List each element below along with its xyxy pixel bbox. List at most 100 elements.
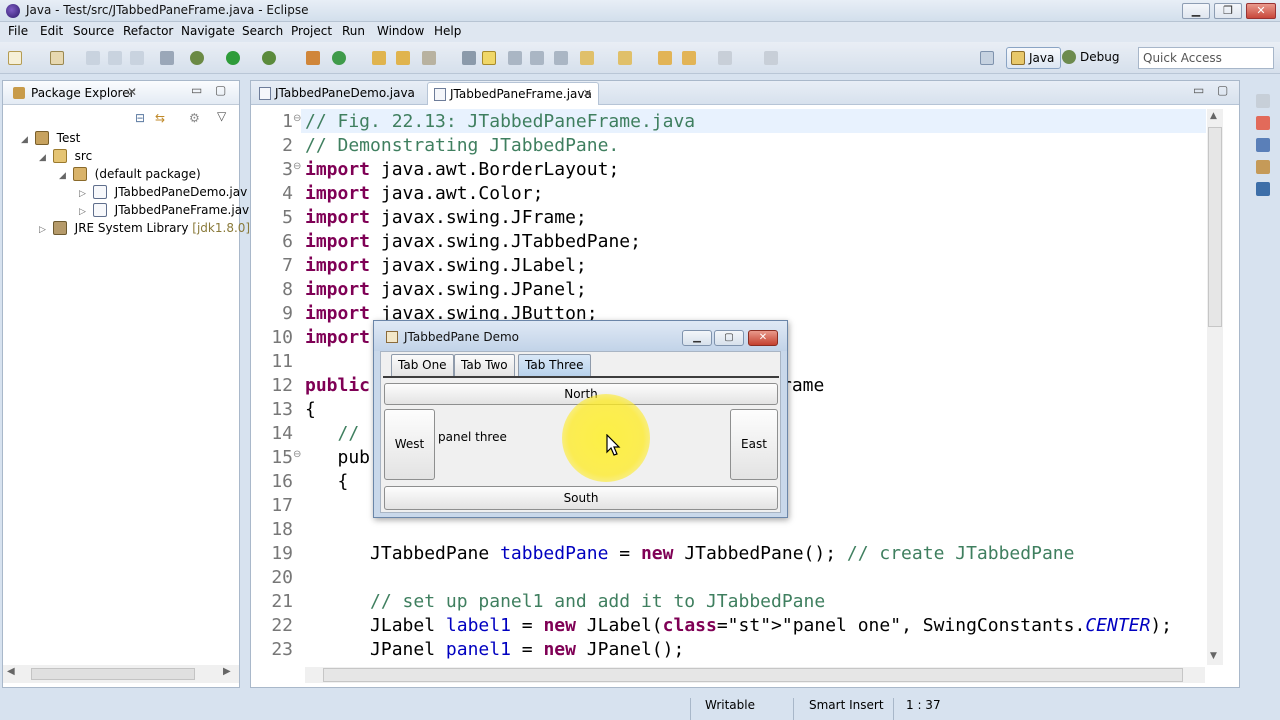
minimize-button[interactable]: ▁ (1182, 3, 1210, 19)
search-icon[interactable] (422, 51, 436, 65)
scroll-right-icon[interactable]: ▶ (223, 666, 231, 677)
west-button[interactable]: West (384, 409, 435, 480)
debug-icon[interactable] (190, 51, 204, 65)
menu-navigate[interactable]: Navigate (181, 24, 235, 38)
demo-close-button[interactable]: ✕ (748, 330, 778, 346)
tree-item-project[interactable]: ◢ Test (21, 129, 80, 147)
coverage-icon[interactable] (262, 51, 276, 65)
pilcrow-icon[interactable] (554, 51, 568, 65)
demo-minimize-button[interactable]: ▁ (682, 330, 712, 346)
forward-icon[interactable] (718, 51, 732, 65)
scroll-up-icon[interactable]: ▲ (1210, 111, 1217, 121)
expand-arrow-icon[interactable]: ◢ (39, 149, 49, 167)
collapse-arrow-icon[interactable]: ▷ (39, 221, 49, 239)
menu-refactor[interactable]: Refactor (123, 24, 173, 38)
code-line: { (305, 471, 349, 492)
menu-help[interactable]: Help (434, 24, 461, 38)
new-class-icon[interactable] (332, 51, 346, 65)
scroll-down-icon[interactable]: ▼ (1210, 651, 1217, 661)
scroll-thumb[interactable] (1208, 127, 1222, 327)
pin-editor-icon[interactable] (764, 51, 778, 65)
scroll-thumb[interactable] (323, 668, 1183, 682)
east-button[interactable]: East (730, 409, 778, 480)
declaration-icon[interactable] (1256, 160, 1270, 174)
tab-two[interactable]: Tab Two (454, 354, 515, 376)
perspective-debug[interactable]: Debug (1058, 47, 1125, 69)
open-task-icon[interactable] (396, 51, 410, 65)
close-button[interactable]: ✕ (1246, 3, 1276, 19)
console-icon[interactable] (1256, 182, 1270, 196)
vertical-scrollbar[interactable]: ▲ ▼ (1207, 109, 1223, 665)
maximize-view-icon[interactable]: ▢ (215, 83, 226, 97)
line-number: 7 (282, 255, 293, 276)
fold-icon[interactable]: ⊖ (293, 161, 301, 172)
new-package-icon[interactable] (50, 51, 64, 65)
tab-jtabbedpaneframe[interactable]: JTabbedPaneFrame.java ✕ (427, 82, 599, 105)
editor-tab-label: JTabbedPaneFrame.java (450, 87, 592, 101)
minimize-editor-icon[interactable]: ▭ (1193, 83, 1204, 97)
maximize-editor-icon[interactable]: ▢ (1217, 83, 1228, 97)
tab-three[interactable]: Tab Three (518, 354, 591, 376)
new-icon[interactable] (8, 51, 22, 65)
tree-item-src[interactable]: ◢ src (39, 147, 92, 165)
menu-project[interactable]: Project (291, 24, 332, 38)
tab-jtabbedpanedemo[interactable]: JTabbedPaneDemo.java (253, 82, 425, 105)
minimize-view-icon[interactable]: ▭ (191, 83, 202, 97)
menu-run[interactable]: Run (342, 24, 365, 38)
view-menu-gear-icon[interactable]: ⚙ (189, 111, 200, 125)
problems-icon[interactable] (1256, 116, 1270, 130)
back-icon[interactable] (658, 51, 672, 65)
tree-item-jre[interactable]: ▷ JRE System Library [jdk1.8.0] (39, 219, 250, 237)
scroll-thumb[interactable] (31, 668, 195, 680)
maximize-button[interactable]: ❐ (1214, 3, 1242, 19)
show-whitespace-icon[interactable] (530, 51, 544, 65)
tree-label: JTabbedPaneFrame.jav (114, 203, 250, 217)
run-icon[interactable] (226, 51, 240, 65)
horizontal-scrollbar[interactable] (305, 667, 1205, 683)
back-history-icon[interactable] (682, 51, 696, 65)
menu-file[interactable]: File (8, 24, 28, 38)
expand-arrow-icon[interactable]: ◢ (59, 167, 69, 185)
menu-source[interactable]: Source (73, 24, 114, 38)
restore-view-icon[interactable] (1256, 94, 1270, 108)
javadoc-icon[interactable] (1256, 138, 1270, 152)
scroll-left-icon[interactable]: ◀ (7, 666, 15, 677)
package-explorer-icon (13, 87, 25, 99)
link-with-editor-icon[interactable]: ⇆ (155, 111, 165, 125)
menu-window[interactable]: Window (377, 24, 424, 38)
perspective-java[interactable]: Java (1006, 47, 1062, 69)
expand-arrow-icon[interactable]: ◢ (21, 131, 31, 149)
new-java-project-icon[interactable] (306, 51, 320, 65)
open-type-icon[interactable] (372, 51, 386, 65)
save-all-icon[interactable] (108, 51, 122, 65)
tree-item-demo-java[interactable]: ▷ JTabbedPaneDemo.jav (79, 183, 247, 201)
annotation-icon[interactable] (462, 51, 476, 65)
save-icon[interactable] (86, 51, 100, 65)
toggle-mark-occurrences-icon[interactable] (482, 51, 496, 65)
menu-search[interactable]: Search (242, 24, 283, 38)
quick-access-input[interactable]: Quick Access (1138, 47, 1274, 69)
open-perspective-icon[interactable] (980, 51, 994, 65)
tree-item-default-package[interactable]: ◢ (default package) (59, 165, 201, 183)
toggle-block-icon[interactable] (508, 51, 522, 65)
skip-breakpoints-icon[interactable] (160, 51, 174, 65)
fold-icon[interactable]: ⊖ (293, 449, 301, 460)
prev-annotation-icon[interactable] (618, 51, 632, 65)
package-explorer-tab[interactable]: Package Explorer ✕ ▭ ▢ (3, 81, 239, 105)
tree-item-frame-java[interactable]: ▷ JTabbedPaneFrame.jav (79, 201, 249, 219)
mouse-pointer-icon (606, 434, 621, 456)
demo-maximize-button[interactable]: ▢ (714, 330, 744, 346)
south-button[interactable]: South (384, 486, 778, 510)
view-menu-chevron-icon[interactable]: ▽ (217, 109, 226, 123)
close-tab-icon[interactable]: ✕ (583, 83, 592, 105)
demo-title-bar[interactable]: JTabbedPane Demo ▁ ▢ ✕ (374, 321, 787, 351)
close-view-icon[interactable]: ✕ (127, 85, 137, 99)
print-icon[interactable] (130, 51, 144, 65)
menu-edit[interactable]: Edit (40, 24, 63, 38)
next-annotation-icon[interactable] (580, 51, 594, 65)
line-number: 8 (282, 279, 293, 300)
tab-one[interactable]: Tab One (391, 354, 454, 376)
collapse-all-icon[interactable]: ⊟ (135, 111, 145, 125)
fold-icon[interactable]: ⊖ (293, 113, 301, 124)
horizontal-scrollbar[interactable]: ◀ ▶ (3, 665, 239, 683)
